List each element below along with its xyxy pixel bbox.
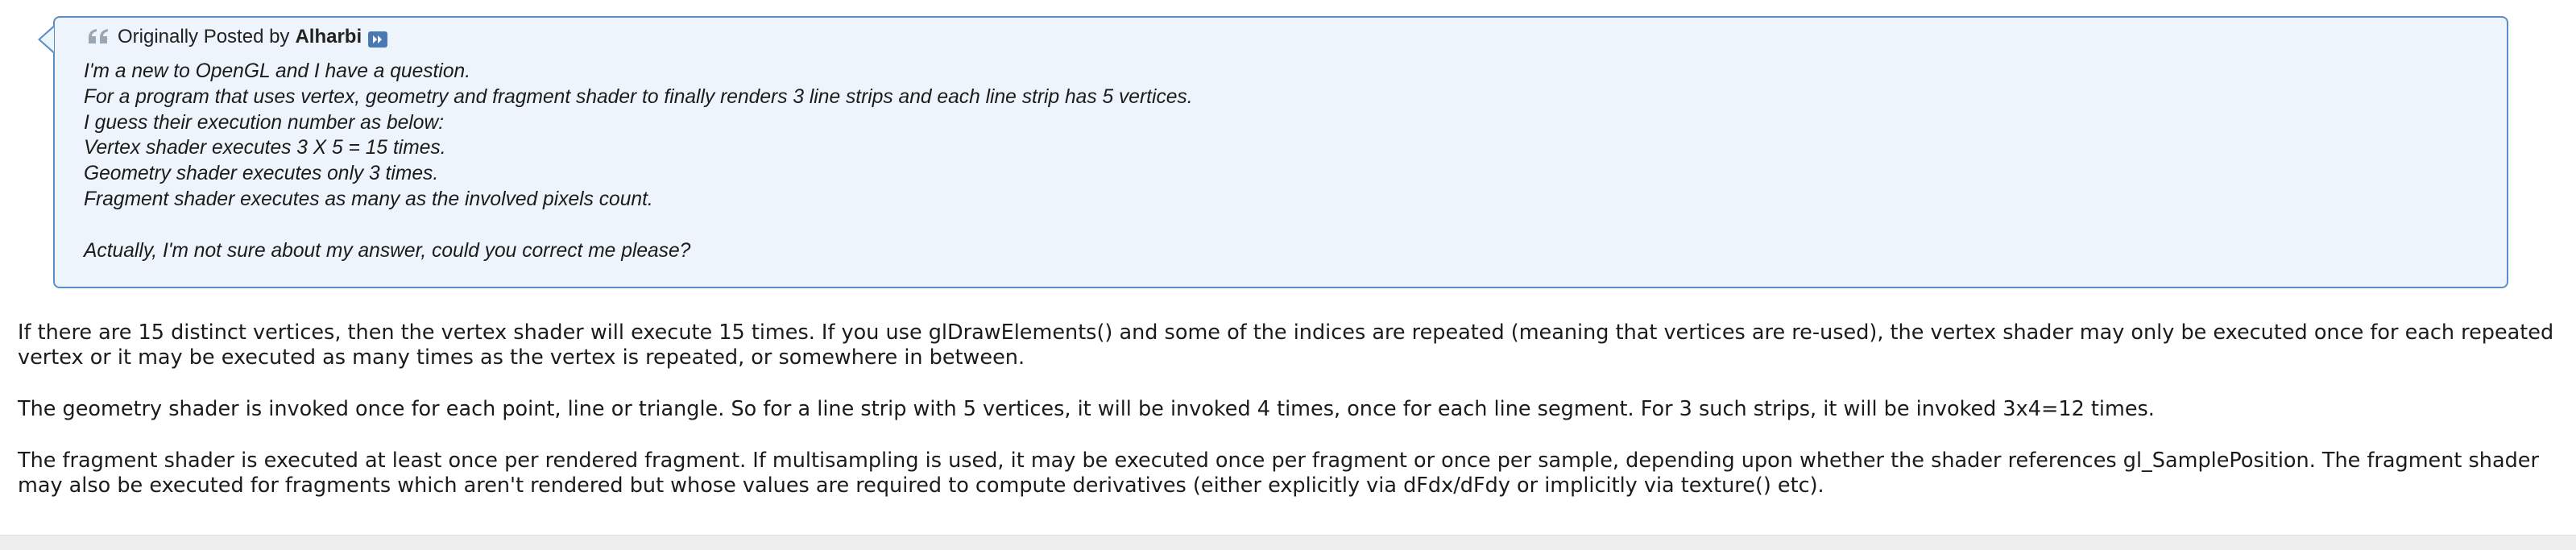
quote-line: I'm a new to OpenGL and I have a questio… (84, 60, 471, 82)
post-footer-bar (0, 535, 2576, 550)
quote-line: Actually, I'm not sure about my answer, … (84, 239, 691, 262)
quote-block: Originally Posted by Alharbi I'm a new t… (38, 16, 2508, 288)
arrow-right-icon[interactable] (368, 31, 388, 48)
quote-line: Fragment shader executes as many as the … (84, 188, 653, 210)
quote-icon (87, 27, 111, 47)
quote-author-name[interactable]: Alharbi (295, 26, 362, 48)
quote-line: I guess their execution number as below: (84, 111, 445, 134)
quote-blank-line (84, 213, 2484, 238)
reply-paragraph: The fragment shader is executed at least… (18, 449, 2539, 498)
quote-header: Originally Posted by Alharbi (87, 24, 388, 50)
quote-body: I'm a new to OpenGL and I have a questio… (84, 59, 2484, 263)
quote-line: Geometry shader executes only 3 times. (84, 163, 439, 185)
quote-line: Vertex shader executes 3 X 5 = 15 times. (84, 137, 446, 159)
quote-line: For a program that uses vertex, geometry… (84, 85, 1193, 108)
reply-paragraph: If there are 15 distinct vertices, then … (18, 320, 2554, 370)
quote-pointer-fill (40, 27, 54, 52)
quote-posted-by-label: Originally Posted by (118, 26, 290, 48)
reply-body: If there are 15 distinct vertices, then … (18, 320, 2555, 525)
reply-paragraph: The geometry shader is invoked once for … (18, 397, 2155, 421)
